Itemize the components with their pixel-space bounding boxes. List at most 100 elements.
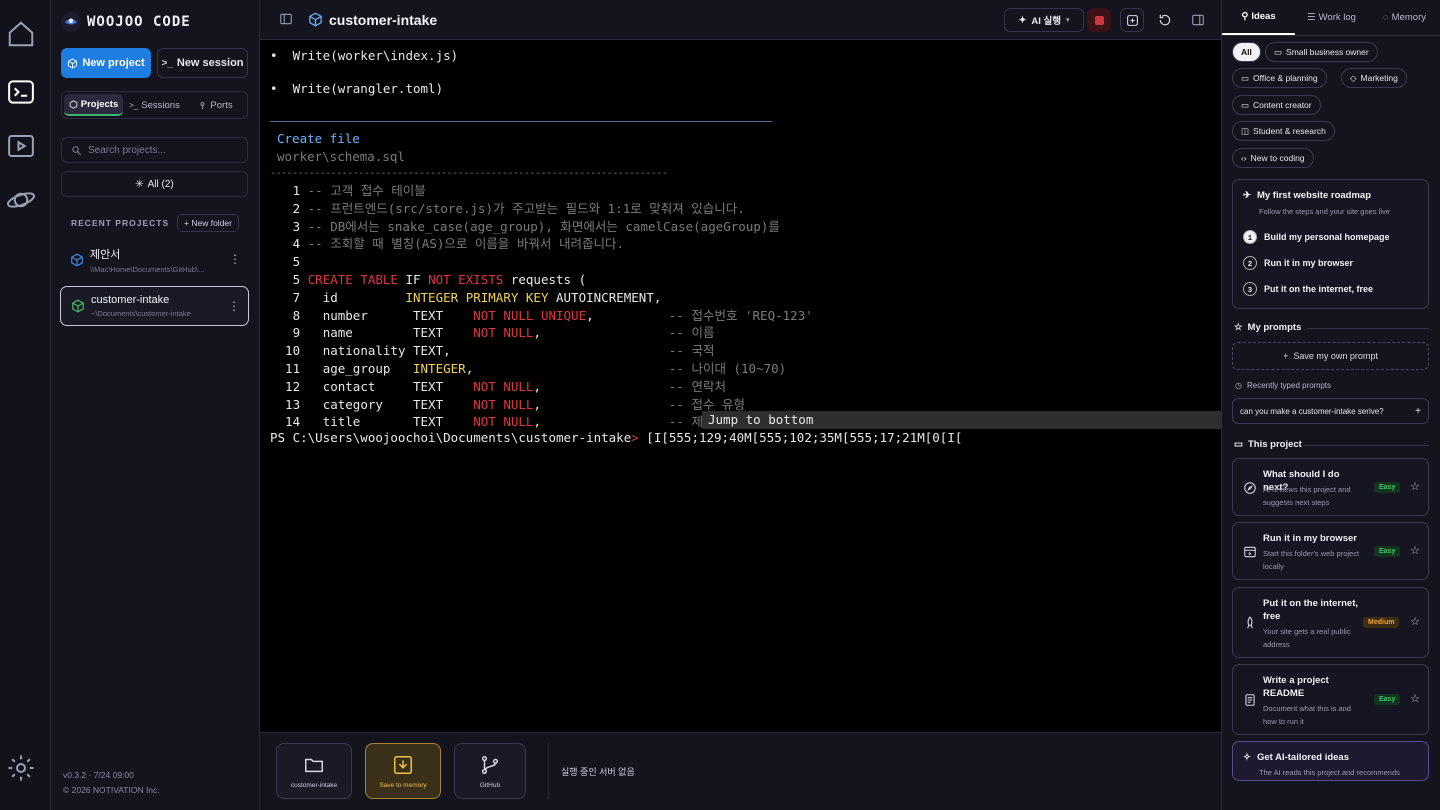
star-icon[interactable]: ☆ <box>1410 615 1420 628</box>
typed-prompt-item[interactable]: can you make a customer-intake serive? + <box>1232 398 1429 424</box>
terminal-prompt: PS C:\Users\woojoochoi\Documents\custome… <box>270 429 962 447</box>
section-divider <box>1304 445 1429 446</box>
dock-label: Save to memory <box>379 781 427 789</box>
app-logo: WOOJOO CODE <box>61 10 191 34</box>
book-icon: ◫ <box>1241 125 1250 136</box>
tab-projects[interactable]: Projects <box>64 94 123 116</box>
difficulty-badge: Easy <box>1374 482 1401 493</box>
chip-all[interactable]: All <box>1232 42 1261 62</box>
gear-icon[interactable] <box>5 752 37 784</box>
more-options-icon[interactable]: ⋮ <box>229 252 241 266</box>
ideas-panel: ⚲ Ideas ☰ Work log ◌ Memory All ▭ Small busi… <box>1221 0 1440 810</box>
new-folder-button[interactable]: + New folder <box>177 214 239 232</box>
sql-type-plain: TEXT <box>413 307 474 323</box>
idea-card[interactable]: Put it on the internet, free Your site g… <box>1232 587 1429 658</box>
star-icon[interactable]: ☆ <box>1410 692 1420 705</box>
roadmap-step[interactable]: 2 Run it in my browser <box>1243 256 1353 270</box>
step-label: Put it on the internet, free <box>1264 284 1374 294</box>
terminal-line: • Write(wrangler.toml) <box>270 80 443 98</box>
sparkle-icon: ✳ <box>135 178 144 190</box>
chip-small-business[interactable]: ▭ Small business owner <box>1265 42 1378 62</box>
tab-memory[interactable]: ◌ Memory <box>1368 0 1440 35</box>
code-comment: -- 나이대 (10~70) <box>668 361 787 376</box>
folder-icon <box>305 758 323 772</box>
field-name: name <box>307 325 413 341</box>
tab-sessions[interactable]: >_ Sessions <box>125 94 184 116</box>
chip-label: Student & research <box>1253 126 1326 136</box>
planet-icon[interactable] <box>5 184 37 216</box>
idea-card[interactable]: Write a project README Document what thi… <box>1232 664 1429 735</box>
code-comment: -- 이름 <box>668 325 715 341</box>
stop-button[interactable] <box>1087 8 1111 32</box>
open-folder-button[interactable]: customer-intake <box>276 743 352 799</box>
step-label: Build my personal homepage <box>1264 232 1390 242</box>
compass-icon <box>1244 482 1256 494</box>
star-icon[interactable]: ☆ <box>1410 480 1420 493</box>
chip-student[interactable]: ◫ Student & research <box>1232 121 1335 141</box>
new-tab-button[interactable] <box>1120 8 1144 32</box>
idea-card[interactable]: Run it in my browser Start this folder's… <box>1232 522 1429 580</box>
tab-ports[interactable]: Ports <box>186 94 245 116</box>
chip-label: Office & planning <box>1253 73 1318 83</box>
page-title: customer-intake <box>329 12 438 28</box>
line-number: 11 <box>270 361 308 376</box>
chip-office[interactable]: ▭ Office & planning <box>1232 68 1327 88</box>
terminal-output[interactable]: • Write(worker\index.js) • Write(wrangle… <box>270 44 1222 734</box>
main-topbar: customer-intake ✦ AI 실행 ▾ <box>260 0 1221 40</box>
refresh-button[interactable] <box>1153 8 1177 32</box>
more-options-icon[interactable]: ⋮ <box>228 299 240 313</box>
new-project-button[interactable]: New project <box>61 48 151 78</box>
field-name: nationality <box>307 343 413 359</box>
save-to-memory-button[interactable]: Save to memory <box>365 743 441 799</box>
ai-run-button[interactable]: ✦ AI 실행 ▾ <box>1004 8 1084 32</box>
new-session-button[interactable]: >_ New session <box>157 48 248 78</box>
all-projects-filter[interactable]: ✳ All (2) <box>61 171 248 197</box>
project-sidebar: WOOJOO CODE New project >_ New session P… <box>51 0 260 810</box>
terminal-icon[interactable] <box>5 76 37 108</box>
sql-keyword: NOT NULL UNIQUE <box>473 307 587 323</box>
chip-new-to-coding[interactable]: ‹› New to coding <box>1232 148 1314 168</box>
server-status: 실행 중인 서버 없음 <box>561 767 635 777</box>
ai-tailored-ideas-card[interactable]: ✧ Get AI-tailored ideas The AI reads this… <box>1232 741 1429 781</box>
roadmap-card[interactable]: ✈ My first website roadmap Follow the ste… <box>1232 179 1429 309</box>
roadmap-step[interactable]: 1 Build my personal homepage <box>1243 230 1390 244</box>
right-panel-toggle[interactable] <box>1186 8 1210 32</box>
chip-content-creator[interactable]: ▭ Content creator <box>1232 95 1321 115</box>
line-number: 13 <box>270 396 308 412</box>
sql-type-plain: TEXT <box>413 325 474 341</box>
code-line: 13 category TEXT NOT NULL, -- 접수 유형 <box>270 396 745 414</box>
plus-icon[interactable]: + <box>1415 406 1421 417</box>
sql-type-plain: TEXT, <box>413 343 451 359</box>
git-branch-icon <box>481 755 499 774</box>
this-project-heading: ▭ This project <box>1234 439 1302 450</box>
plus-icon: + <box>1283 351 1289 361</box>
roadmap-step[interactable]: 3 Put it on the internet, free <box>1243 282 1373 296</box>
prompt-input: [I[555;129;40M[555;102;35M[555;17;21M[0[… <box>638 430 963 445</box>
chip-marketing[interactable]: ◇ Marketing <box>1341 68 1407 88</box>
app-window: WOOJOO CODE New project >_ New session P… <box>0 0 1440 810</box>
save-prompt-button[interactable]: + Save my own prompt <box>1232 342 1429 370</box>
sidebar-toggle-icon[interactable] <box>279 12 293 26</box>
github-button[interactable]: GitHub <box>454 743 526 799</box>
code-line: 5 CREATE TABLE IF NOT EXISTS requests ( <box>270 271 587 289</box>
idea-card[interactable]: What should I do next? AI reviews this p… <box>1232 458 1429 516</box>
tab-ideas[interactable]: ⚲ Ideas <box>1222 0 1295 35</box>
terminal-line: • Write(worker\index.js) <box>270 47 458 65</box>
play-icon[interactable] <box>5 130 37 162</box>
jump-to-bottom-button[interactable]: Jump to bottom <box>702 411 1222 429</box>
project-item[interactable]: customer-intake ~\Documents\customer-int… <box>60 286 249 326</box>
step-number: 1 <box>1243 230 1257 244</box>
roadmap-title-text: My first website roadmap <box>1256 190 1371 201</box>
tab-work-log[interactable]: ☰ Work log <box>1295 0 1368 35</box>
project-item[interactable]: 제안서 \\Mac\Home\Documents\GitHub\... ⋮ <box>60 240 249 280</box>
rocket-icon <box>1247 616 1253 629</box>
field-name: id <box>307 289 406 305</box>
project-name: customer-intake <box>91 294 170 306</box>
code-comment: -- 접수 유형 <box>668 396 746 412</box>
home-icon[interactable] <box>5 18 37 50</box>
search-input[interactable] <box>88 144 238 156</box>
cube-icon <box>68 57 78 69</box>
tag-icon: ◇ <box>1350 72 1357 83</box>
star-icon[interactable]: ☆ <box>1410 544 1420 557</box>
sparkle-icon: ✧ <box>1243 752 1251 763</box>
